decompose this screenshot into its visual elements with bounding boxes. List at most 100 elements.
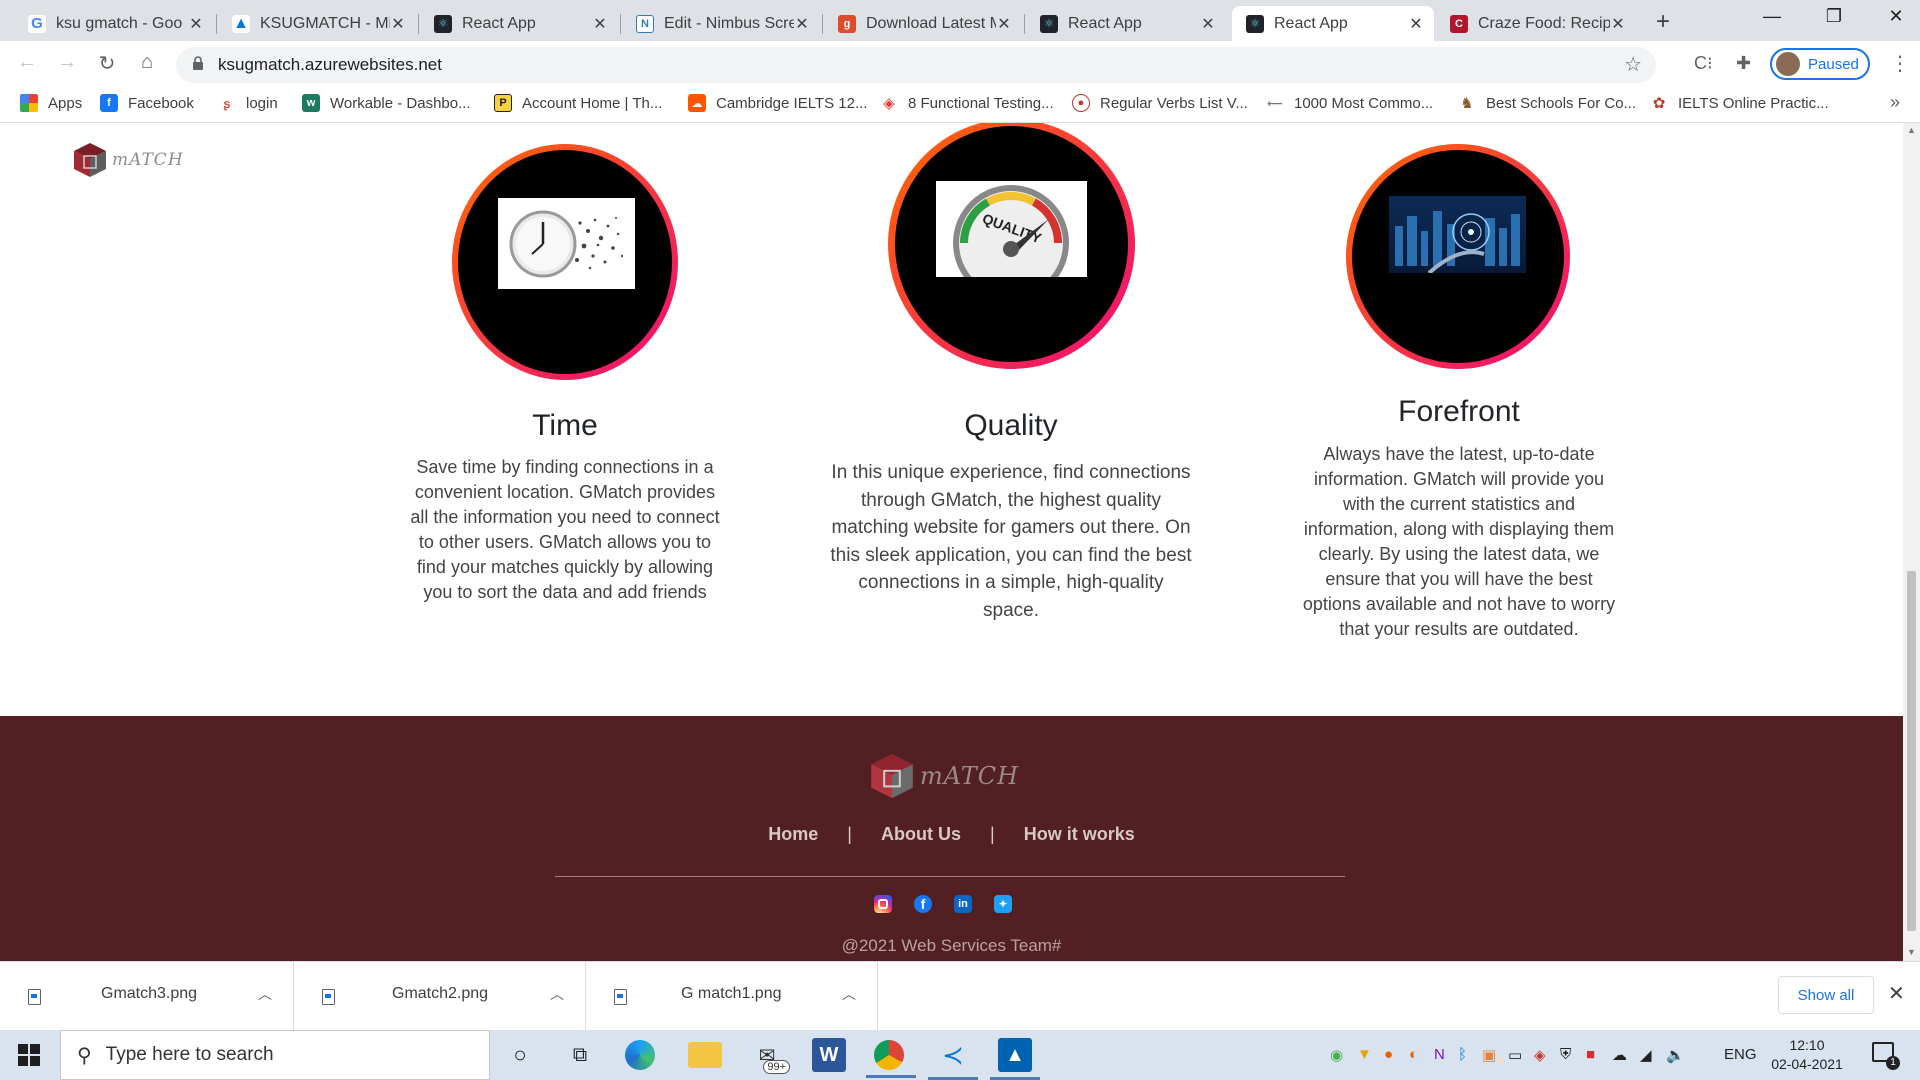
language-indicator[interactable]: ENG — [1724, 1046, 1757, 1063]
tab-3[interactable]: N Edit - Nimbus Scre ✕ — [622, 6, 820, 41]
download-item-0[interactable]: Gmatch3.png ︿ — [0, 962, 294, 1030]
chevron-up-icon[interactable]: ︿ — [258, 984, 272, 1004]
bluetooth-icon[interactable]: ᛒ — [1458, 1046, 1467, 1063]
bookmark-functional-testing[interactable]: ◈ 8 Functional Testing... — [880, 94, 1054, 112]
download-item-1[interactable]: Gmatch2.png ︿ — [294, 962, 586, 1030]
volume-icon[interactable]: 🔈 — [1666, 1046, 1685, 1064]
tab-separator — [418, 14, 419, 34]
close-tab-icon[interactable]: ✕ — [1610, 14, 1626, 34]
instagram-icon[interactable] — [874, 895, 892, 913]
address-bar[interactable]: ksugmatch.azurewebsites.net ☆ — [176, 47, 1656, 83]
tab-1[interactable]: ▲ KSUGMATCH - Mic ✕ — [218, 6, 416, 41]
tray-app-icon[interactable]: ◐ — [1409, 1046, 1418, 1063]
twitter-icon[interactable]: ✦ — [994, 895, 1012, 913]
word-icon[interactable]: W — [812, 1038, 846, 1072]
onedrive-icon[interactable]: ☁ — [1612, 1046, 1627, 1064]
close-tab-icon[interactable]: ✕ — [1408, 14, 1424, 34]
new-tab-button[interactable]: + — [1656, 8, 1670, 36]
page-scrollbar[interactable]: ▲ ▼ — [1903, 123, 1920, 961]
cortana-icon[interactable]: ○ — [503, 1038, 537, 1072]
bookmark-cambridge-ielts[interactable]: ☁ Cambridge IELTS 12... — [688, 94, 867, 112]
tab-4[interactable]: g Download Latest M ✕ — [824, 6, 1022, 41]
chevron-up-icon[interactable]: ︿ — [842, 984, 856, 1004]
bookmark-apps[interactable]: Apps — [20, 94, 82, 112]
tab-0[interactable]: G ksu gmatch - Goo ✕ — [14, 6, 214, 41]
tray-app-icon[interactable]: ◉ — [1330, 1046, 1343, 1064]
scroll-down-icon[interactable]: ▼ — [1907, 947, 1916, 957]
bookmark-best-schools[interactable]: ♞ Best Schools For Co... — [1458, 94, 1636, 112]
url-text[interactable]: ksugmatch.azurewebsites.net — [218, 55, 442, 75]
photos-icon[interactable]: ▲ — [990, 1038, 1040, 1080]
close-icon[interactable]: ✕ — [1888, 981, 1905, 1006]
reload-icon[interactable]: ↻ — [92, 51, 122, 76]
close-tab-icon[interactable]: ✕ — [188, 14, 204, 34]
tab-5[interactable]: ⚛ React App ✕ — [1026, 6, 1226, 41]
linkedin-icon[interactable]: in — [954, 895, 972, 913]
scroll-up-icon[interactable]: ▲ — [1907, 125, 1916, 135]
close-tab-icon[interactable]: ✕ — [390, 14, 406, 34]
chrome-icon[interactable] — [866, 1040, 916, 1078]
facebook-icon[interactable]: f — [914, 895, 932, 913]
bookmark-star-icon[interactable]: ☆ — [1624, 52, 1642, 77]
bookmark-account-home[interactable]: P Account Home | Th... — [494, 94, 662, 112]
back-icon[interactable]: ← — [12, 51, 42, 74]
tab-7[interactable]: C Craze Food: Recipe ✕ — [1436, 6, 1636, 41]
show-all-button[interactable]: Show all — [1778, 976, 1874, 1014]
footer-link-how-it-works[interactable]: How it works — [1024, 824, 1135, 844]
onenote-icon[interactable]: N — [1434, 1046, 1445, 1063]
tray-wifi-icon[interactable]: ▼ — [1357, 1046, 1372, 1063]
facebook-icon: f — [100, 94, 118, 112]
bookmark-workable[interactable]: w Workable - Dashbo... — [302, 94, 471, 112]
profile-button[interactable]: Paused — [1770, 48, 1870, 80]
chevron-up-icon[interactable]: ︿ — [550, 984, 564, 1004]
action-center-icon[interactable]: 1 — [1872, 1042, 1900, 1070]
system-clock[interactable]: 12:10 02-04-2021 — [1762, 1036, 1852, 1074]
tray-app-icon[interactable]: ▣ — [1482, 1046, 1496, 1064]
close-tab-icon[interactable]: ✕ — [794, 14, 810, 34]
close-tab-icon[interactable]: ✕ — [996, 14, 1012, 34]
bookmark-1000-most-common[interactable]: ⟵ 1000 Most Commo... — [1266, 94, 1433, 112]
close-window-icon[interactable]: ✕ — [1876, 6, 1916, 27]
bookmark-label: 1000 Most Commo... — [1294, 94, 1434, 112]
forward-icon[interactable]: → — [52, 51, 82, 74]
footer-link-home[interactable]: Home — [768, 824, 818, 844]
bookmark-ielts-online[interactable]: ✿ IELTS Online Practic... — [1650, 94, 1829, 112]
bookmarks-overflow-icon[interactable]: » — [1890, 92, 1900, 113]
file-explorer-icon[interactable] — [688, 1042, 722, 1068]
apps-grid-icon — [20, 94, 38, 112]
tab-6-active[interactable]: ⚛ React App ✕ — [1232, 6, 1434, 41]
page-viewport: mATCH Time Save time by finding connecti… — [0, 123, 1903, 961]
mcafee-icon[interactable]: ◈ — [1534, 1046, 1546, 1064]
scroll-thumb[interactable] — [1907, 571, 1916, 931]
close-tab-icon[interactable]: ✕ — [592, 14, 608, 34]
g-red-icon: g — [838, 14, 856, 33]
restore-icon[interactable]: ❐ — [1814, 6, 1854, 27]
menu-dots-icon[interactable]: ⋮ — [1890, 51, 1910, 76]
extensions-puzzle-icon[interactable]: ✚ — [1736, 53, 1751, 74]
browser-toolbar: ← → ↻ ⌂ ksugmatch.azurewebsites.net ☆ C⁝… — [0, 41, 1920, 88]
footer-logo[interactable]: mATCH — [866, 750, 1019, 802]
home-icon[interactable]: ⌂ — [132, 51, 162, 74]
footer-link-about-us[interactable]: About Us — [881, 824, 961, 844]
bookmark-login[interactable]: ʂ login — [218, 94, 278, 112]
task-view-icon[interactable]: ⧉ — [563, 1038, 597, 1072]
minimize-icon[interactable]: — — [1752, 6, 1792, 27]
edge-icon[interactable] — [625, 1040, 655, 1070]
bookmark-facebook[interactable]: f Facebook — [100, 94, 194, 112]
download-item-2[interactable]: G match1.png ︿ — [586, 962, 878, 1030]
bookmark-regular-verbs[interactable]: ● Regular Verbs List V... — [1072, 94, 1248, 112]
battery-icon[interactable]: ▭ — [1508, 1046, 1522, 1064]
vscode-icon[interactable]: ≺ — [928, 1038, 978, 1080]
tab-2[interactable]: ⚛ React App ✕ — [420, 6, 618, 41]
tray-app-icon[interactable]: ■ — [1586, 1046, 1595, 1063]
security-icon[interactable]: ⛨ — [1560, 1046, 1571, 1063]
site-logo[interactable]: mATCH — [70, 140, 184, 180]
extension-c-icon[interactable]: C⁝ — [1694, 53, 1713, 74]
mail-icon[interactable]: ✉ 99+ — [750, 1038, 790, 1074]
taskbar-search[interactable]: ⚲ Type here to search — [60, 1030, 490, 1080]
network-icon[interactable]: ◢ — [1640, 1046, 1652, 1064]
tray-app-icon[interactable]: ● — [1384, 1046, 1393, 1063]
close-tab-icon[interactable]: ✕ — [1200, 14, 1216, 34]
windows-start-icon[interactable] — [18, 1044, 40, 1066]
windows-taskbar: ⚲ Type here to search ○ ⧉ ✉ 99+ W ≺ ▲ ◉ ▼… — [0, 1030, 1920, 1080]
